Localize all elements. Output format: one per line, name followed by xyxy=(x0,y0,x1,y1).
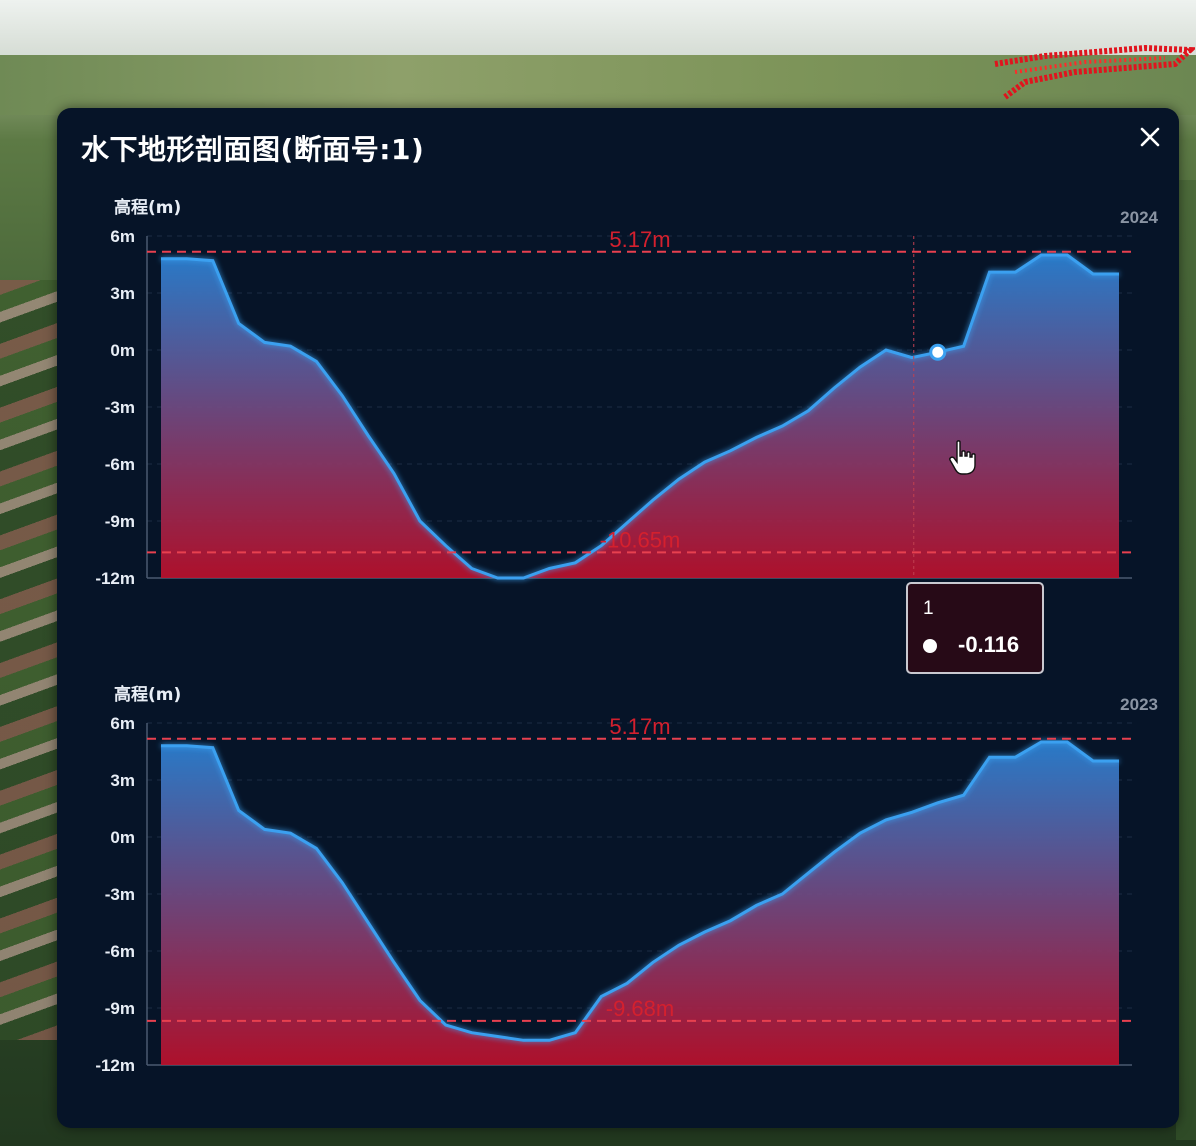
max-elevation-label: 5.17m xyxy=(609,227,670,252)
y-tick-label: 3m xyxy=(110,284,135,303)
profile-dialog: 水下地形剖面图(断面号:1) 高程(m) 2024 6m 3m 0m -3m -6m -9… xyxy=(57,108,1179,1128)
hover-point xyxy=(929,343,947,361)
hand-cursor-icon xyxy=(949,440,976,475)
y-tick-label: 0m xyxy=(110,828,135,847)
y-tick-label: -9m xyxy=(105,999,135,1018)
close-button[interactable] xyxy=(1135,122,1165,152)
tooltip-y-value: -0.116 xyxy=(958,632,1020,657)
max-elevation-label: 5.17m xyxy=(609,714,670,739)
profile-chart-2023: 高程(m) 2023 6m 3m 0m -3m -6m -9m -12m 5.17m -9.68… xyxy=(57,675,1179,1095)
y-tick-label: 0m xyxy=(110,341,135,360)
profile-chart-2024: 高程(m) 2024 6m 3m 0m -3m -6m -9m -12m 5.17m -10.6… xyxy=(57,188,1179,674)
tooltip-series-dot xyxy=(923,639,937,653)
map-trees-right xyxy=(1176,180,1196,1140)
y-tick-label: -12m xyxy=(95,569,135,588)
section-markers xyxy=(994,44,1195,100)
chart-plot[interactable]: 6m 3m 0m -3m -6m -9m -12m 5.17m -9.68m xyxy=(57,675,1179,1095)
y-tick-label: -12m xyxy=(95,1056,135,1075)
dialog-title: 水下地形剖面图(断面号:1) xyxy=(81,133,425,166)
chart-plot[interactable]: 6m 3m 0m -3m -6m -9m -12m 5.17m -10.65m xyxy=(57,188,1179,608)
close-icon xyxy=(1140,127,1160,147)
min-elevation-label: -9.68m xyxy=(606,996,674,1021)
tooltip-x-value: 1 xyxy=(923,598,934,619)
map-village-left xyxy=(0,280,60,1040)
data-tooltip: 1 -0.116 xyxy=(906,582,1044,674)
y-tick-label: -3m xyxy=(105,885,135,904)
y-tick-label: 3m xyxy=(110,771,135,790)
y-tick-label: 6m xyxy=(110,714,135,733)
y-tick-label: -6m xyxy=(105,455,135,474)
y-tick-label: -3m xyxy=(105,398,135,417)
y-tick-label: -6m xyxy=(105,942,135,961)
y-tick-label: 6m xyxy=(110,227,135,246)
y-tick-label: -9m xyxy=(105,512,135,531)
min-elevation-label: -10.65m xyxy=(600,527,681,552)
